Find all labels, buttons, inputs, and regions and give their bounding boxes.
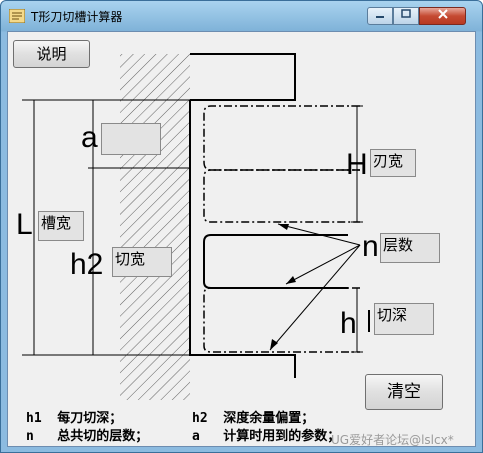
cut-depth-input[interactable]: 切深: [374, 303, 434, 335]
workpiece-outline: [189, 53, 296, 378]
label-L: L: [16, 208, 33, 241]
label-a: a: [81, 121, 98, 154]
workpiece-hatch: [120, 54, 190, 400]
note-h2: h2 深度余量偏置；: [192, 411, 315, 426]
maximize-button[interactable]: [393, 7, 419, 25]
note-h1: h1 每刀切深；: [26, 411, 123, 426]
window-title: T形刀切槽计算器: [31, 10, 123, 24]
blade-width-input[interactable]: 刃宽: [370, 149, 416, 177]
label-n: n: [362, 230, 379, 263]
close-icon: [437, 9, 448, 19]
title-bar[interactable]: T形刀切槽计算器: [1, 1, 482, 31]
app-window: T形刀切槽计算器 说明 清空 a H L h2 n h 刃宽 槽宽 切宽 层数 …: [0, 0, 483, 453]
label-H: H: [346, 148, 368, 181]
note-a: a 计算时用到的参数；: [192, 429, 341, 444]
client-area: 说明 清空 a H L h2 n h 刃宽 槽宽 切宽 层数 切深 h1 每刀切…: [7, 31, 476, 447]
minimize-button[interactable]: [367, 7, 393, 25]
close-button[interactable]: [419, 7, 466, 25]
a-input[interactable]: [101, 123, 161, 155]
watermark: UG爱好者论坛@lslcx*: [331, 433, 454, 447]
app-icon: [9, 9, 25, 23]
slot-width-input[interactable]: 槽宽: [38, 211, 84, 241]
clear-button[interactable]: 清空: [365, 374, 443, 410]
layers-input[interactable]: 层数: [380, 233, 440, 263]
minimize-icon: [376, 16, 384, 18]
help-button[interactable]: 说明: [13, 40, 90, 68]
label-h2: h2: [70, 248, 104, 281]
h1-subscript-mark: [368, 310, 370, 332]
maximize-icon: [401, 9, 411, 18]
note-n: n 总共切的层数；: [26, 429, 149, 444]
label-h1: h: [340, 307, 357, 340]
cut-width-input[interactable]: 切宽: [112, 247, 172, 277]
